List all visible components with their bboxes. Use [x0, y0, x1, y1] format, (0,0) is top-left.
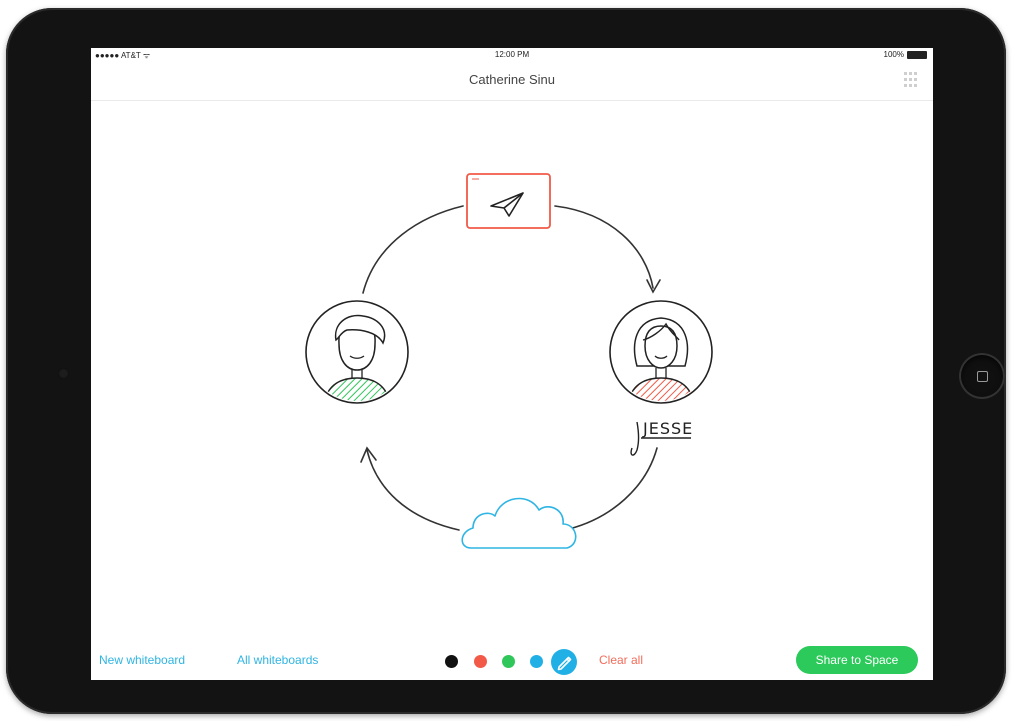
arrow-bottom-to-left [366, 449, 460, 531]
whiteboard-toolbar: New whiteboard All whiteboards Clear all… [91, 644, 933, 680]
avatar-woman-icon [609, 300, 713, 404]
whiteboard-canvas[interactable]: JESSE [91, 48, 933, 680]
all-whiteboards-button[interactable]: All whiteboards [237, 653, 318, 667]
jesse-handwriting: JESSE [630, 419, 693, 456]
avatar-man-icon [305, 300, 409, 404]
home-square-icon [977, 371, 988, 382]
color-swatch-black[interactable] [445, 655, 458, 668]
jesse-label: JESSE [642, 419, 693, 438]
color-swatch-red[interactable] [474, 655, 487, 668]
message-card [466, 173, 551, 229]
arrowhead-right [646, 279, 661, 294]
front-camera [58, 368, 69, 379]
arrow-top-to-right [554, 205, 654, 289]
clear-all-button[interactable]: Clear all [599, 653, 643, 667]
cloud-icon [461, 497, 577, 549]
app-screen: ●●●●● AT&T ᯤ 12:00 PM 100% Catherine Sin… [91, 48, 933, 680]
arrow-left-to-top [362, 205, 464, 294]
share-to-space-button[interactable]: Share to Space [796, 646, 918, 674]
new-whiteboard-button[interactable]: New whiteboard [99, 653, 185, 667]
pen-tool-button[interactable] [551, 649, 577, 675]
home-button[interactable] [959, 353, 1005, 399]
color-swatch-green[interactable] [502, 655, 515, 668]
pen-icon [557, 656, 572, 671]
arrow-right-to-bottom [568, 447, 658, 530]
color-swatch-blue[interactable] [530, 655, 543, 668]
